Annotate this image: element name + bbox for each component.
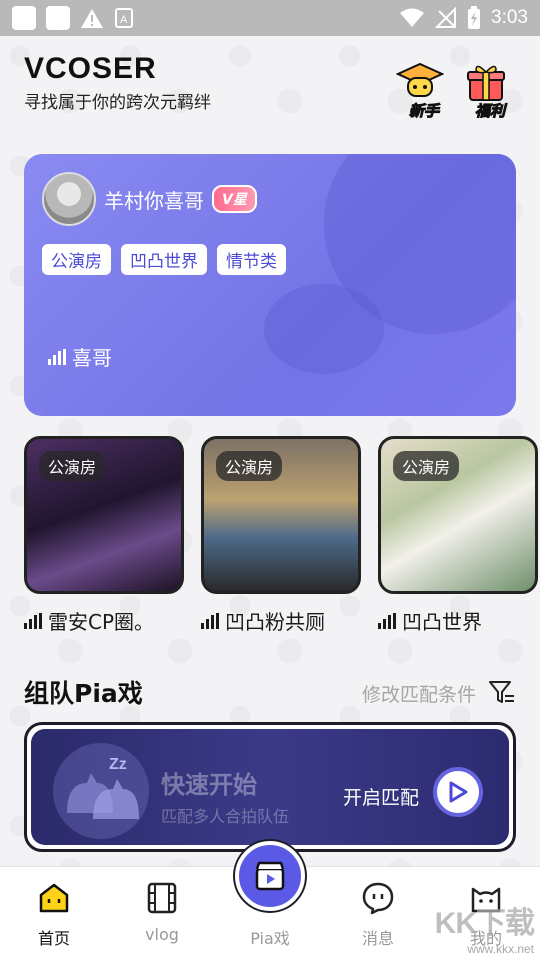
room-tags: 公演房 凹凸世界 情节类 — [42, 244, 286, 275]
watermark-url: www.kkx.net — [467, 942, 534, 956]
quick-match-subtitle: 匹配多人合拍队伍 — [161, 807, 290, 826]
chat-bubble-icon — [362, 882, 394, 915]
room-name: 雷安CP圈。 — [24, 606, 184, 635]
sleeping-cats-illustration: Zz — [53, 743, 149, 839]
battery-icon — [468, 6, 481, 29]
room-name-text: 凹凸粉共厕 — [225, 610, 325, 634]
clapperboard-icon — [255, 861, 285, 891]
newbie-button[interactable]: 新手 — [395, 62, 452, 122]
film-icon — [147, 882, 177, 914]
app-header: VCOSER 寻找属于你的跨次元羁绊 — [24, 52, 211, 113]
notification-icon — [12, 6, 36, 30]
nav-label-pia: Pia戏 — [250, 929, 290, 948]
card-decoration — [264, 284, 384, 374]
audio-bars-icon — [24, 612, 42, 629]
audio-bars-icon — [48, 348, 66, 365]
welfare-label: 福利 — [474, 102, 505, 121]
svg-text:Zz: Zz — [109, 756, 127, 773]
room-card[interactable]: 公演房 凹凸粉共厕 — [201, 436, 361, 635]
audio-bars-icon — [201, 612, 219, 629]
room-name: 凹凸世界 — [378, 606, 538, 635]
room-tag: 情节类 — [217, 244, 286, 275]
graduation-cap-icon — [395, 62, 445, 97]
avatar[interactable] — [42, 172, 96, 226]
filter-icon[interactable] — [488, 678, 516, 706]
newbie-label: 新手 — [408, 102, 439, 121]
notification-icon — [46, 6, 70, 30]
bottom-navigation: 首页 vlog Pia戏 消息 我的 KK下载 www.kkx.net — [0, 841, 540, 960]
room-type-badge: 公演房 — [39, 451, 106, 481]
no-signal-icon — [435, 7, 457, 28]
section-title: 组队Pia戏 — [24, 679, 143, 708]
room-tag: 公演房 — [42, 244, 111, 275]
nav-item-vlog[interactable]: vlog — [122, 881, 202, 944]
room-card[interactable]: 公演房 凹凸世界 — [378, 436, 538, 635]
room-type-badge: 公演房 — [393, 451, 460, 481]
start-match-button[interactable] — [433, 767, 483, 817]
edit-match-conditions-link[interactable]: 修改匹配条件 — [362, 680, 476, 707]
room-title: 喜哥 — [48, 342, 112, 371]
watermark: KK下载 www.kkx.net — [434, 898, 535, 956]
room-cover: 公演房 — [201, 436, 361, 594]
room-type-badge: 公演房 — [216, 451, 283, 481]
status-bar: A 3:03 — [0, 0, 540, 36]
play-icon — [449, 781, 468, 803]
quick-match-panel: Zz 快速开始 匹配多人合拍队伍 开启匹配 — [31, 729, 509, 845]
nav-label-home: 首页 — [37, 929, 70, 948]
nav-item-messages[interactable]: 消息 — [338, 881, 418, 949]
gift-icon — [467, 65, 505, 101]
warning-icon — [81, 9, 103, 28]
room-title-text: 喜哥 — [72, 346, 112, 370]
clock: 3:03 — [491, 7, 528, 28]
owner-name: 羊村你喜哥 — [104, 188, 204, 213]
audio-bars-icon — [378, 612, 396, 629]
wifi-icon — [400, 8, 425, 27]
room-tag: 凹凸世界 — [121, 244, 207, 275]
welfare-button[interactable]: 福利 — [462, 62, 518, 122]
room-name-text: 雷安CP圈。 — [48, 610, 155, 634]
start-match-label[interactable]: 开启匹配 — [343, 783, 419, 810]
nav-item-home[interactable]: 首页 — [14, 881, 94, 949]
room-owner: 羊村你喜哥 V星 — [42, 172, 257, 226]
room-cover: 公演房 — [378, 436, 538, 594]
featured-room-card[interactable]: 羊村你喜哥 V星 公演房 凹凸世界 情节类 喜哥 — [24, 154, 516, 416]
nav-item-pia[interactable] — [235, 841, 305, 911]
app-slogan: 寻找属于你的跨次元羁绊 — [24, 93, 211, 113]
download-icon: A — [115, 8, 133, 28]
room-name-text: 凹凸世界 — [402, 610, 482, 634]
room-list: 公演房 雷安CP圈。 公演房 凹凸粉共厕 公演房 凹凸世界 — [24, 436, 540, 636]
watermark-logo: KK下载 — [434, 907, 535, 940]
room-name: 凹凸粉共厕 — [201, 606, 361, 635]
app-logo: VCOSER — [24, 52, 157, 85]
quick-match-banner[interactable]: Zz 快速开始 匹配多人合拍队伍 开启匹配 — [24, 722, 516, 852]
quick-match-title: 快速开始 — [161, 771, 257, 799]
nav-label-messages: 消息 — [361, 929, 394, 948]
svg-text:A: A — [120, 14, 128, 26]
home-icon — [39, 883, 69, 913]
vip-badge: V星 — [212, 185, 257, 213]
room-cover: 公演房 — [24, 436, 184, 594]
room-card[interactable]: 公演房 雷安CP圈。 — [24, 436, 184, 635]
nav-label-vlog: vlog — [145, 925, 179, 944]
